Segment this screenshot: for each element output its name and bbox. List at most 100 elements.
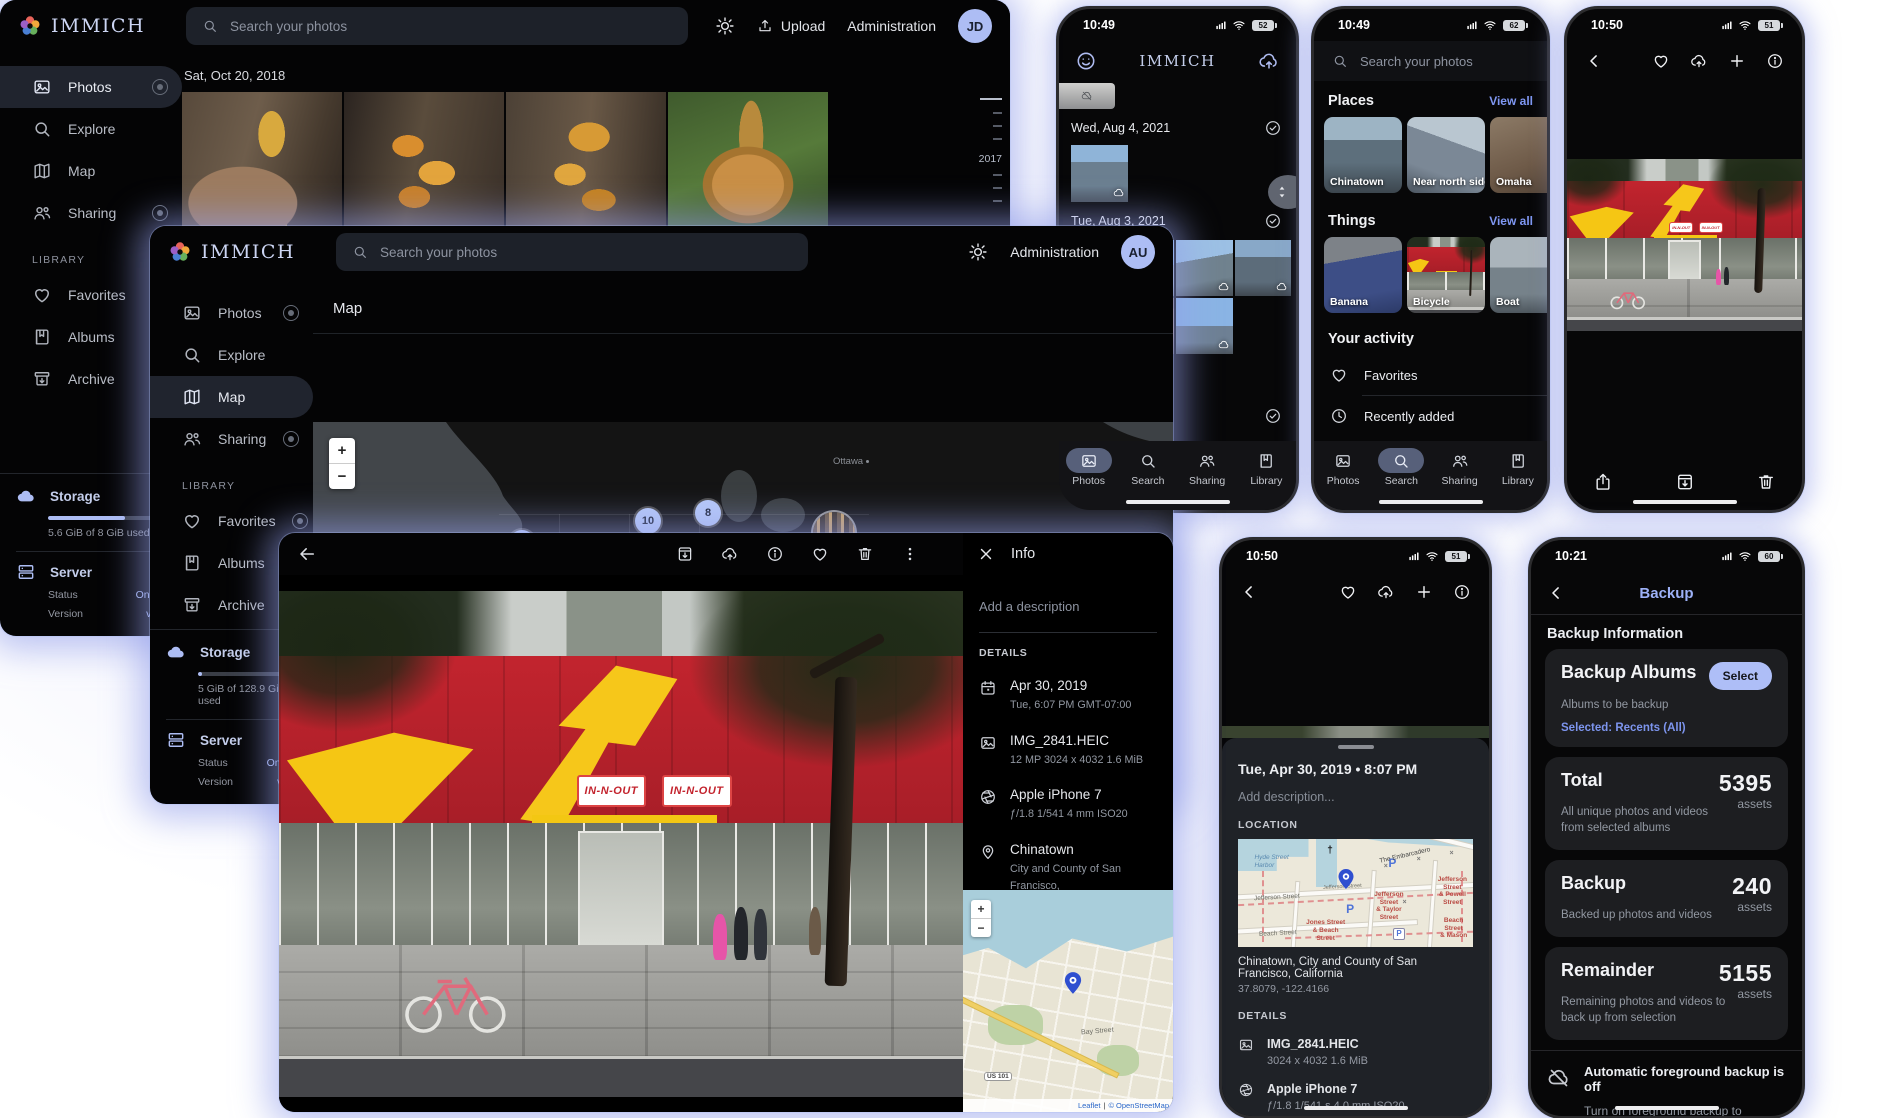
sidebar-item-map[interactable]: Map bbox=[0, 150, 182, 192]
nav-photos[interactable]: Photos bbox=[1059, 448, 1118, 487]
plus-icon[interactable] bbox=[1415, 583, 1433, 601]
sidebar-item-explore[interactable]: Explore bbox=[150, 334, 313, 376]
nav-library[interactable]: Library bbox=[1237, 448, 1296, 487]
administration-link[interactable]: Administration bbox=[1010, 244, 1099, 260]
map-cluster-marker[interactable]: 8 bbox=[695, 500, 721, 526]
favorites-row[interactable]: Favorites bbox=[1314, 355, 1547, 395]
heart-icon[interactable] bbox=[811, 545, 829, 563]
info-icon[interactable] bbox=[1453, 583, 1471, 601]
info-icon[interactable] bbox=[766, 545, 784, 563]
upload-cloud-icon[interactable] bbox=[1690, 52, 1708, 70]
immich-flower-icon bbox=[18, 14, 42, 38]
photo-thumbnail-mushroom-basket[interactable] bbox=[668, 92, 828, 242]
select-button[interactable]: Select bbox=[1709, 662, 1772, 690]
photo-thumbnail[interactable] bbox=[1176, 298, 1233, 354]
osm-link[interactable]: © OpenStreetMap bbox=[1108, 1101, 1169, 1110]
timeline-scrubber[interactable]: 2017 bbox=[962, 98, 1002, 213]
theme-toggle-icon[interactable] bbox=[715, 16, 735, 36]
photo-thumbnail-mushroom-1[interactable] bbox=[182, 92, 342, 242]
photo-thumbnail[interactable] bbox=[1071, 145, 1128, 202]
storage-progress bbox=[48, 516, 164, 520]
upload-cloud-icon[interactable] bbox=[721, 545, 739, 563]
nav-photos[interactable]: Photos bbox=[1314, 448, 1372, 487]
photo-thumbnail[interactable] bbox=[1176, 240, 1233, 296]
zoom-in-button[interactable]: + bbox=[329, 438, 355, 463]
download-icon[interactable] bbox=[676, 545, 694, 563]
theme-toggle-icon[interactable] bbox=[968, 242, 988, 262]
share-icon[interactable] bbox=[1593, 472, 1613, 492]
back-icon[interactable] bbox=[297, 544, 317, 564]
photo-thumbnail[interactable] bbox=[1235, 240, 1292, 296]
remainder-card: Remainder 5155 Remaining photos and vide… bbox=[1545, 947, 1788, 1040]
add-description-field[interactable]: Add a description bbox=[979, 599, 1157, 614]
search-input[interactable]: Search your photos bbox=[336, 233, 808, 271]
add-description-field[interactable]: Add description... bbox=[1238, 790, 1473, 804]
select-check-icon[interactable] bbox=[1264, 119, 1282, 137]
page-title: Backup bbox=[1531, 585, 1802, 602]
upload-button[interactable]: Upload bbox=[757, 18, 825, 34]
sheet-drag-handle[interactable] bbox=[1338, 745, 1374, 749]
leaflet-link[interactable]: Leaflet bbox=[1078, 1101, 1101, 1110]
view-all-link[interactable]: View all bbox=[1489, 94, 1533, 108]
nav-search[interactable]: Search bbox=[1372, 448, 1430, 487]
sidebar-item-photos[interactable]: Photos bbox=[0, 66, 182, 108]
administration-link[interactable]: Administration bbox=[847, 18, 936, 34]
location-mini-map[interactable]: Bay Street US 101 + − Leaflet | © OpenSt… bbox=[963, 890, 1173, 1112]
nav-sharing[interactable]: Sharing bbox=[1431, 448, 1489, 487]
location-map[interactable]: ×× ×× P P P The Embarcadero Hyde Street … bbox=[1238, 839, 1473, 947]
info-icon[interactable] bbox=[1766, 52, 1784, 70]
photo-viewer[interactable]: IN-N-OUT IN-N-OUT bbox=[1567, 159, 1802, 331]
zoom-out-button[interactable]: − bbox=[971, 918, 991, 937]
thing-card[interactable]: Banana bbox=[1324, 237, 1402, 313]
library-icon bbox=[1257, 452, 1275, 470]
immich-logo[interactable]: IMMICH bbox=[168, 240, 316, 264]
map-city-label-ottawa: Ottawa bbox=[833, 456, 869, 467]
trash-icon[interactable] bbox=[856, 545, 874, 563]
place-card[interactable]: Omaha bbox=[1490, 117, 1547, 193]
recently-added-row[interactable]: Recently added bbox=[1314, 396, 1547, 436]
back-chevron-icon[interactable] bbox=[1585, 52, 1603, 70]
heart-icon[interactable] bbox=[1652, 52, 1670, 70]
cloud-icon bbox=[1113, 187, 1125, 199]
nav-search[interactable]: Search bbox=[1118, 448, 1177, 487]
thing-card[interactable]: Bicycle bbox=[1407, 237, 1485, 313]
back-chevron-icon[interactable] bbox=[1547, 584, 1565, 602]
zoom-out-button[interactable]: − bbox=[329, 463, 355, 489]
photo-thumbnail-mushroom-2[interactable] bbox=[344, 92, 504, 242]
map-cluster-marker[interactable]: 10 bbox=[635, 508, 661, 534]
sidebar-item-sharing[interactable]: Sharing bbox=[150, 418, 313, 460]
photo-in-n-out-storefront[interactable]: IN-N-OUT IN-N-OUT bbox=[279, 591, 963, 1097]
photo-edge-sliver[interactable] bbox=[1222, 726, 1489, 738]
search-input[interactable]: Search your photos bbox=[186, 7, 688, 45]
user-avatar[interactable]: JD bbox=[958, 9, 992, 43]
user-avatar[interactable]: AU bbox=[1121, 235, 1155, 269]
view-all-link[interactable]: View all bbox=[1489, 214, 1533, 228]
immich-flower-icon bbox=[168, 240, 192, 264]
close-icon[interactable] bbox=[977, 545, 995, 563]
upload-cloud-icon[interactable] bbox=[1377, 583, 1395, 601]
sidebar-item-map[interactable]: Map bbox=[150, 376, 313, 418]
sidebar-item-explore[interactable]: Explore bbox=[0, 108, 182, 150]
heart-icon[interactable] bbox=[1339, 583, 1357, 601]
plus-icon[interactable] bbox=[1728, 52, 1746, 70]
back-chevron-icon[interactable] bbox=[1240, 583, 1258, 601]
select-check-icon[interactable] bbox=[1264, 212, 1282, 230]
sidebar-item-photos[interactable]: Photos bbox=[150, 292, 313, 334]
nav-library[interactable]: Library bbox=[1489, 448, 1547, 487]
mobile-screen-search: 10:49 62 Search your photos Places View … bbox=[1311, 6, 1550, 513]
place-card[interactable]: Near north side bbox=[1407, 117, 1485, 193]
photo-thumbnail-partial[interactable] bbox=[1059, 83, 1115, 109]
select-check-icon[interactable] bbox=[1264, 407, 1282, 425]
zoom-in-button[interactable]: + bbox=[971, 900, 991, 918]
status-bar: 10:21 60 bbox=[1531, 540, 1802, 572]
nav-sharing[interactable]: Sharing bbox=[1178, 448, 1237, 487]
search-input[interactable]: Search your photos bbox=[1314, 41, 1547, 81]
thing-card[interactable]: Boat bbox=[1490, 237, 1547, 313]
trash-icon[interactable] bbox=[1756, 472, 1776, 492]
place-card[interactable]: Chinatown bbox=[1324, 117, 1402, 193]
photo-thumbnail-mushroom-3[interactable] bbox=[506, 92, 666, 242]
more-options-icon[interactable] bbox=[901, 545, 919, 563]
immich-logo[interactable]: IMMICH bbox=[18, 14, 166, 38]
cloud-icon bbox=[166, 642, 186, 662]
archive-icon[interactable] bbox=[1675, 472, 1695, 492]
